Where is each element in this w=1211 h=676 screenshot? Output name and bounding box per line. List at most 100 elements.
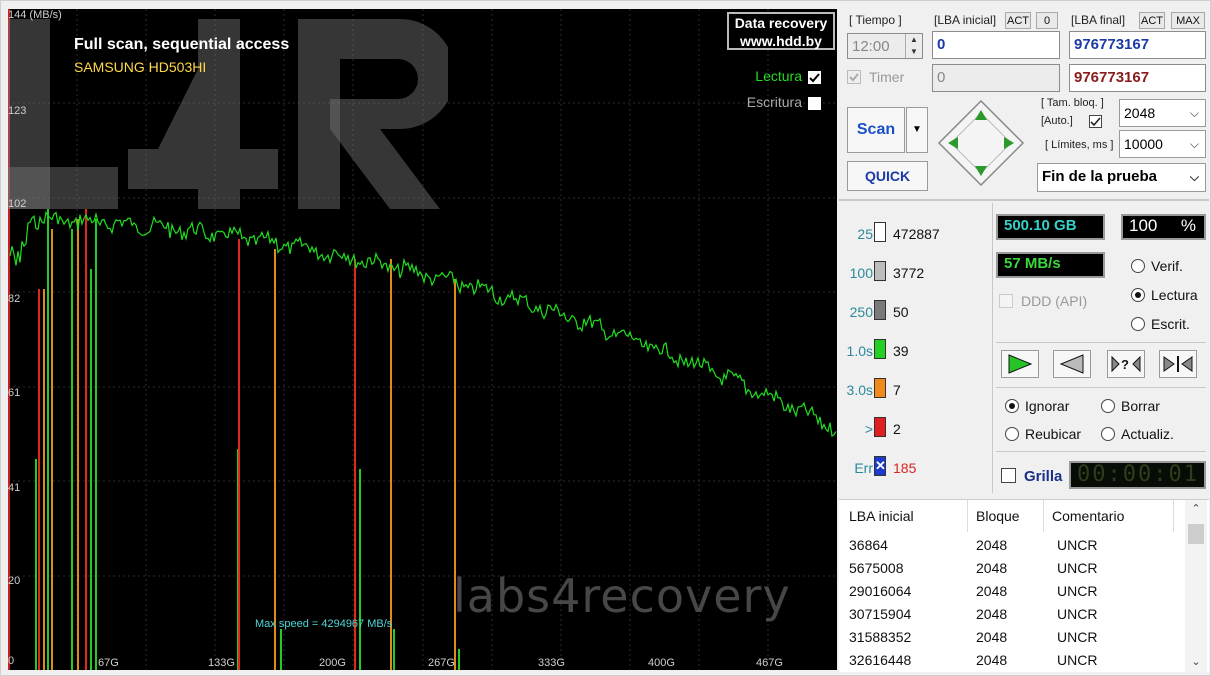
quick-button[interactable]: QUICK xyxy=(847,161,928,191)
table-row[interactable]: 32616448 2048 UNCR xyxy=(839,649,1184,672)
block-25-swatch xyxy=(874,222,886,242)
scroll-down-icon[interactable]: ⌄ xyxy=(1185,655,1207,668)
cell-lba: 29016064 xyxy=(849,583,912,599)
block-100-label: 100 xyxy=(849,265,873,281)
scrollbar-thumb[interactable] xyxy=(1188,524,1204,544)
brand-line-2: www.hdd.by xyxy=(740,33,822,49)
victoria-window: labs4recovery 144 (MB/s) 123 102 82 61 4… xyxy=(0,0,1211,676)
scan-button[interactable]: Scan xyxy=(847,107,905,153)
column-header-comentario[interactable]: Comentario xyxy=(1052,508,1124,524)
lba-final-field[interactable]: 976773167 xyxy=(1069,31,1206,59)
scan-graph: labs4recovery 144 (MB/s) 123 102 82 61 4… xyxy=(8,9,837,670)
column-header-bloque[interactable]: Bloque xyxy=(976,508,1020,524)
opt-reubicar-radio[interactable]: Reubicar xyxy=(1005,426,1081,442)
lba-inicial-field[interactable]: 0 xyxy=(932,31,1060,59)
table-scrollbar[interactable]: ⌃ ⌄ xyxy=(1185,500,1207,672)
cell-comentario: UNCR xyxy=(1057,537,1098,553)
block-250-label: 250 xyxy=(849,304,873,320)
y-axis-unit: 144 (MB/s) xyxy=(8,9,62,21)
tiempo-label: [ Tiempo ] xyxy=(849,13,902,27)
mode-verif-label: Verif. xyxy=(1151,258,1183,274)
table-row[interactable]: 31588352 2048 UNCR xyxy=(839,626,1184,649)
block-1s-count: 39 xyxy=(893,343,909,359)
chevron-down-icon: ⌵ xyxy=(1189,170,1199,184)
tiempo-field[interactable]: 12:00 ▲ ▼ xyxy=(847,33,923,59)
lba-final-label: [LBA final] xyxy=(1071,13,1126,27)
read-checkbox[interactable] xyxy=(808,70,821,84)
block-1s: 1.0s 39 xyxy=(841,339,991,363)
divider xyxy=(1173,500,1174,532)
lba-final-act-button[interactable]: ACT xyxy=(1139,12,1165,29)
grilla-checkbox[interactable] xyxy=(1001,468,1016,483)
x-tick-400g: 400G xyxy=(648,657,675,669)
divider xyxy=(967,500,968,532)
block-1s-swatch xyxy=(874,339,886,359)
mode-lectura-radio[interactable]: Lectura xyxy=(1131,287,1198,303)
block-25-count: 472887 xyxy=(893,226,940,242)
timer-toggle[interactable]: Timer xyxy=(847,69,904,85)
scroll-up-icon[interactable]: ⌃ xyxy=(1185,502,1207,515)
table-row[interactable]: 5675008 2048 UNCR xyxy=(839,557,1184,580)
table-row[interactable]: 36864 2048 UNCR xyxy=(839,534,1184,557)
x-tick-267g: 267G xyxy=(428,657,455,669)
end-action-select[interactable]: Fin de la prueba ⌵ xyxy=(1037,163,1206,192)
opt-reubicar-label: Reubicar xyxy=(1025,426,1082,442)
auto-checkbox[interactable] xyxy=(1089,115,1102,128)
reverse-button[interactable] xyxy=(1053,350,1091,378)
ddd-toggle[interactable]: DDD (API) xyxy=(999,293,1087,309)
grilla-toggle[interactable]: Grilla xyxy=(1001,468,1062,485)
radio-icon xyxy=(1101,399,1115,413)
play-button[interactable] xyxy=(1001,350,1039,378)
limit-ms-select[interactable]: 10000 ⌵ xyxy=(1119,130,1206,158)
butterfly-button[interactable] xyxy=(1159,350,1197,378)
cell-comentario: UNCR xyxy=(1057,629,1098,645)
read-toggle[interactable]: Lectura xyxy=(755,68,821,84)
write-checkbox[interactable] xyxy=(808,96,821,110)
brand-badge: Data recovery www.hdd.by xyxy=(727,12,835,50)
mode-escrit-label: Escrit. xyxy=(1151,316,1190,332)
opt-actualiz-radio[interactable]: Actualiz. xyxy=(1101,426,1174,442)
random-seek-icon: ? xyxy=(1111,355,1141,373)
block-3s-swatch xyxy=(874,378,886,398)
cell-comentario: UNCR xyxy=(1057,652,1098,668)
x-tick-467g: 467G xyxy=(756,657,783,669)
divider xyxy=(992,203,993,493)
block-250-count: 50 xyxy=(893,304,909,320)
lba-inicial-zero-button[interactable]: 0 xyxy=(1036,12,1058,29)
block-over-label: > xyxy=(864,421,873,437)
elapsed-timer: 00:00:01 xyxy=(1069,461,1206,489)
drive-model: SAMSUNG HD503HI xyxy=(74,59,207,75)
column-header-lba[interactable]: LBA inicial xyxy=(849,508,914,524)
tiempo-spinner[interactable]: ▲ ▼ xyxy=(905,34,922,58)
opt-borrar-radio[interactable]: Borrar xyxy=(1101,398,1160,414)
block-size-select[interactable]: 2048 ⌵ xyxy=(1119,99,1206,127)
cell-lba: 5675008 xyxy=(849,560,904,576)
write-toggle[interactable]: Escritura xyxy=(747,94,821,110)
err-icon: ✕ xyxy=(874,456,886,476)
opt-ignorar-radio[interactable]: Ignorar xyxy=(1005,398,1069,414)
block-100-swatch xyxy=(874,261,886,281)
scan-dropdown-button[interactable]: ▼ xyxy=(906,107,928,153)
auto-label: [Auto.] xyxy=(1041,115,1073,127)
x-tick-67g: 67G xyxy=(98,657,119,669)
tam-bloq-label: [ Tam. bloq. ] xyxy=(1041,97,1104,109)
block-100: 100 3772 xyxy=(841,261,991,285)
cell-comentario: UNCR xyxy=(1057,560,1098,576)
y-tick-102: 102 xyxy=(8,198,27,210)
radio-icon xyxy=(1131,259,1145,273)
y-tick-82: 82 xyxy=(8,293,21,305)
table-row[interactable]: 30715904 2048 UNCR xyxy=(839,603,1184,626)
lba-final-max-button[interactable]: MAX xyxy=(1171,12,1205,29)
limit-ms-value: 10000 xyxy=(1124,136,1163,152)
defects-table: LBA inicial Bloque Comentario 36864 2048 U… xyxy=(839,499,1209,672)
radio-icon xyxy=(1131,317,1145,331)
random-button[interactable]: ? xyxy=(1107,350,1145,378)
ddd-checkbox[interactable] xyxy=(999,294,1013,308)
y-tick-123: 123 xyxy=(8,105,27,117)
lba-inicial-act-button[interactable]: ACT xyxy=(1005,12,1031,29)
table-row[interactable]: 29016064 2048 UNCR xyxy=(839,580,1184,603)
timer-checkbox[interactable] xyxy=(847,70,861,84)
cell-comentario: UNCR xyxy=(1057,583,1098,599)
mode-escrit-radio[interactable]: Escrit. xyxy=(1131,316,1190,332)
mode-verif-radio[interactable]: Verif. xyxy=(1131,258,1183,274)
